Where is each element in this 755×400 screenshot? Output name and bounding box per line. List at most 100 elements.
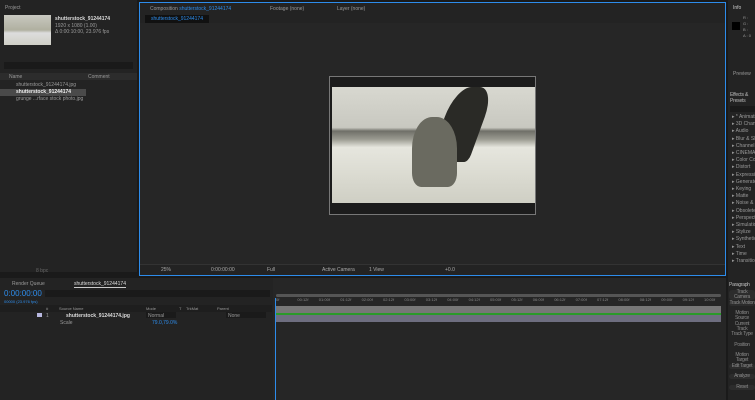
- col-comment[interactable]: Comment: [88, 74, 110, 80]
- effect-category[interactable]: ▸ Noise & Grain: [732, 200, 755, 206]
- layer-row[interactable]: 1 shutterstock_91244174.jpg Normal None: [0, 312, 272, 319]
- effect-category[interactable]: ▸ Simulation: [732, 222, 755, 228]
- col-name[interactable]: Name: [9, 74, 22, 80]
- photo-image: [332, 87, 535, 203]
- effects-tab[interactable]: Effects & Presets: [730, 92, 755, 104]
- effect-category[interactable]: ▸ CINEMA 4D: [732, 150, 755, 156]
- effect-category[interactable]: ▸ Transition: [732, 258, 755, 264]
- comp-name: shutterstock_91244174: [55, 16, 111, 22]
- info-values: R :G :B :A : 0: [743, 15, 751, 39]
- effect-category[interactable]: ▸ Audio: [732, 128, 748, 134]
- label-color[interactable]: [37, 313, 42, 317]
- comp-frame: [329, 76, 536, 215]
- project-search-input[interactable]: [4, 62, 133, 69]
- timeline-search[interactable]: [45, 290, 270, 297]
- layer-bar-top[interactable]: [276, 306, 721, 313]
- effect-category[interactable]: ▸ Color Correction: [732, 157, 755, 163]
- time-tick: 10:00f: [704, 297, 716, 302]
- tracker-item[interactable]: Track Motion: [729, 300, 755, 306]
- hdr-trkmat: TrkMat: [186, 306, 199, 311]
- camera-dropdown[interactable]: Active Camera: [322, 267, 355, 273]
- effect-category[interactable]: ▸ Perspective: [732, 215, 755, 221]
- time-tick: 04:12f: [468, 297, 480, 302]
- mode-dropdown[interactable]: Normal: [146, 312, 176, 319]
- effects-search[interactable]: [730, 106, 755, 112]
- time-tick: 02:12f: [383, 297, 395, 302]
- preview-tab[interactable]: Preview: [733, 71, 751, 77]
- time-tick: 07:12f: [597, 297, 609, 302]
- time-tick: 0f: [276, 297, 280, 302]
- project-panel: Project shutterstock_91244174 1920 x 108…: [0, 0, 137, 274]
- time-tick: 05:12f: [511, 297, 523, 302]
- info-tab[interactable]: Info: [733, 5, 741, 11]
- tracker-item[interactable]: Reset: [729, 384, 755, 390]
- resolution-dropdown[interactable]: Full: [267, 267, 275, 273]
- time-tick: 06:12f: [554, 297, 566, 302]
- tracker-item: Motion Source: [734, 310, 750, 321]
- effect-category[interactable]: ▸ Text: [732, 244, 745, 250]
- time-tick: 03:00f: [404, 297, 416, 302]
- effect-category[interactable]: ▸ Expression Controls: [732, 172, 755, 178]
- property-scale: Scale: [60, 320, 73, 326]
- parent-dropdown[interactable]: None: [226, 312, 266, 319]
- viewer-divider: [140, 264, 725, 265]
- project-title: Project: [5, 5, 21, 11]
- hdr-source: Source Name: [59, 306, 84, 311]
- tracker-item[interactable]: Edit Target: [729, 363, 755, 369]
- effect-category[interactable]: ▸ Synthetic Aperture: [732, 236, 755, 242]
- effect-category[interactable]: ▸ Obsolete: [732, 208, 755, 214]
- comp-breadcrumb[interactable]: shutterstock_91244174: [145, 15, 209, 23]
- time-tick: 01:00f: [318, 297, 330, 302]
- time-tick: 01:12f: [340, 297, 352, 302]
- info-a: A : 0: [743, 33, 752, 38]
- paragraph-tab[interactable]: Paragraph: [729, 282, 750, 288]
- tracker-item: Motion Target: [735, 352, 749, 363]
- views-dropdown[interactable]: 1 View: [369, 267, 384, 273]
- time-tick: 07:00f: [575, 297, 587, 302]
- effect-category[interactable]: ▸ Generate: [732, 179, 755, 185]
- layer-duration-bar[interactable]: [276, 315, 721, 322]
- project-item[interactable]: shutterstock_91244174.jpg: [0, 82, 137, 89]
- effect-category[interactable]: ▸ 3D Channel: [732, 121, 755, 127]
- tab-composition[interactable]: Composition shutterstock_91244174: [150, 6, 231, 12]
- tab-footage[interactable]: Footage (none): [270, 6, 304, 12]
- tracker-item[interactable]: Track Camera: [729, 290, 755, 300]
- time-tick: 08:00f: [618, 297, 630, 302]
- comp-duration: Δ 0:00:10:00, 23.976 fps: [55, 29, 110, 35]
- time-tick: 00:12f: [297, 297, 309, 302]
- effect-category[interactable]: ▸ Time: [732, 251, 747, 257]
- tab-label: Composition: [150, 6, 178, 12]
- tab-timeline-comp[interactable]: shutterstock_91244174: [74, 281, 126, 288]
- timeline-timecode[interactable]: 0:00:00:00: [4, 289, 42, 298]
- time-tick: 04:00f: [447, 297, 459, 302]
- tracker-item[interactable]: Analyze: [729, 374, 755, 379]
- effect-category[interactable]: ▸ Distort: [732, 164, 750, 170]
- zoom-dropdown[interactable]: 25%: [161, 267, 171, 273]
- time-tick: 03:12f: [425, 297, 437, 302]
- tab-render-queue[interactable]: Render Queue: [12, 281, 45, 287]
- effect-category[interactable]: ▸ Blur & Sharpen: [732, 136, 755, 142]
- layer-column-header: # Source Name Mode T TrkMat Parent: [0, 305, 272, 312]
- property-row: Scale 79.0,79.0%: [0, 319, 272, 326]
- time-tick: 09:12f: [682, 297, 694, 302]
- bpc-button[interactable]: 8 bpc: [36, 268, 48, 274]
- effect-category[interactable]: ▸ Matte: [732, 193, 748, 199]
- tracker-item[interactable]: Position: [729, 342, 755, 348]
- composition-panel: Composition shutterstock_91244174 Footag…: [139, 2, 726, 276]
- time-tick: 06:00f: [532, 297, 544, 302]
- current-time[interactable]: 0:00:00:00: [211, 267, 235, 273]
- hdr-mode: Mode: [146, 306, 157, 311]
- scale-value[interactable]: 79.0,79.0%: [152, 320, 177, 326]
- hdr-parent: Parent: [217, 306, 229, 311]
- exposure-value[interactable]: +0.0: [445, 267, 455, 273]
- effect-category[interactable]: ▸ * Animation Presets: [732, 114, 755, 120]
- tab-layer[interactable]: Layer (none): [337, 6, 365, 12]
- time-tick: 02:00f: [361, 297, 373, 302]
- project-list: shutterstock_91244174.jpg shutterstock_9…: [0, 82, 137, 112]
- project-item[interactable]: grunge ...rface stock photo.jpg: [0, 96, 137, 103]
- effect-category[interactable]: ▸ Keying: [732, 186, 751, 192]
- effect-category[interactable]: ▸ Stylize: [732, 229, 751, 235]
- effect-category[interactable]: ▸ Channel: [732, 143, 755, 149]
- project-item[interactable]: shutterstock_91244174: [0, 89, 86, 96]
- playhead[interactable]: [275, 298, 276, 400]
